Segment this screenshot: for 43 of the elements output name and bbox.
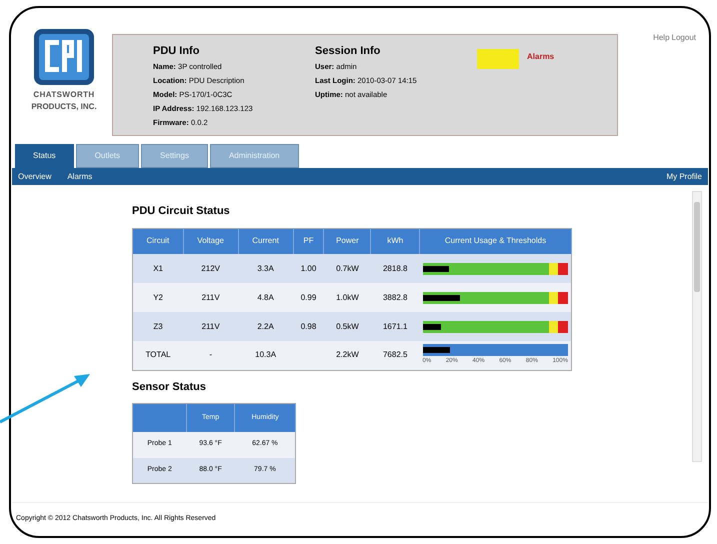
table-cell: Y2 bbox=[153, 292, 163, 302]
table-cell: TOTAL bbox=[146, 350, 171, 360]
company-name: CHATSWORTH bbox=[33, 89, 95, 101]
profile-link[interactable]: My Profile bbox=[666, 170, 702, 182]
table-cell: 2.2A bbox=[257, 322, 274, 330]
table-cell: 212V bbox=[201, 264, 220, 272]
subnav-link[interactable]: Alarms bbox=[67, 170, 92, 182]
section-title: Sensor Status bbox=[132, 380, 207, 394]
table-cell: 3.3A bbox=[257, 264, 274, 272]
table-cell: 211V bbox=[202, 322, 220, 330]
subnav-link[interactable]: Overview bbox=[18, 170, 52, 182]
table-cell: 1.0kW bbox=[336, 292, 359, 302]
table-cell: 0.98 bbox=[300, 322, 316, 330]
section-title: PDU Circuit Status bbox=[132, 204, 231, 219]
nav-tab[interactable]: Status bbox=[15, 144, 74, 168]
table-cell: 0.99 bbox=[300, 292, 316, 302]
table-cell: 3882.8 bbox=[382, 292, 408, 302]
warning-zone bbox=[549, 262, 558, 274]
critical-zone bbox=[558, 292, 568, 304]
table-cell: 0.7kW bbox=[336, 264, 359, 272]
critical-zone bbox=[558, 320, 568, 332]
table-cell: 2818.8 bbox=[382, 264, 408, 272]
critical-zone bbox=[558, 262, 568, 274]
warning-zone bbox=[549, 320, 558, 332]
header-link[interactable]: Logout bbox=[672, 32, 696, 44]
company-name: PRODUCTS, INC. bbox=[31, 101, 97, 113]
table-cell: 2.2kW bbox=[336, 350, 359, 360]
table-cell: 0.5kW bbox=[336, 322, 359, 330]
info-title: Session Info bbox=[315, 44, 382, 59]
info-title: PDU Info bbox=[153, 44, 200, 59]
table-cell: 10.3A bbox=[255, 350, 276, 360]
table-cell: X1 bbox=[153, 264, 163, 272]
table-cell: 211V bbox=[202, 292, 220, 302]
table-cell: 4.8A bbox=[257, 292, 274, 302]
header-link[interactable]: Help bbox=[653, 32, 670, 44]
alarms-link[interactable]: Alarms bbox=[527, 49, 554, 63]
table-cell: 1.00 bbox=[300, 264, 316, 272]
warning-zone bbox=[549, 292, 558, 304]
table-cell: - bbox=[209, 350, 212, 360]
table-cell: 1671.1 bbox=[382, 322, 408, 330]
logo-icon bbox=[33, 28, 95, 86]
table-cell: 7682.5 bbox=[382, 350, 408, 360]
table-cell: Z3 bbox=[153, 322, 163, 330]
